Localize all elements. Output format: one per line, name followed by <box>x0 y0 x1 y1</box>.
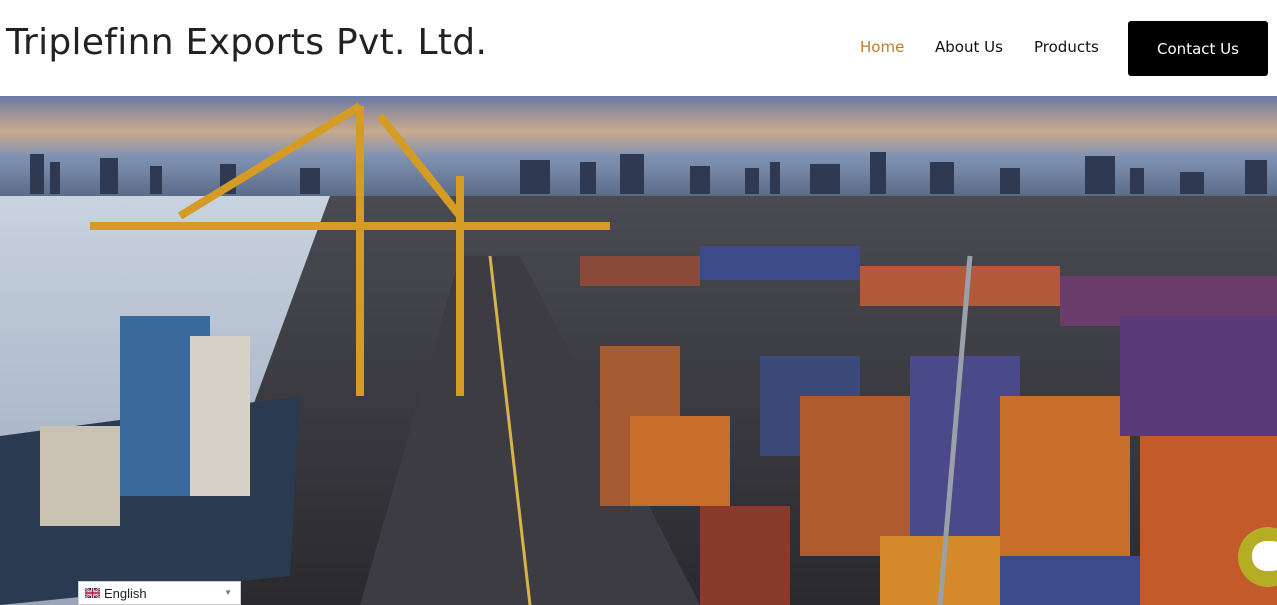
language-label: English <box>104 585 147 601</box>
nav-products[interactable]: Products <box>1034 38 1099 56</box>
chat-icon <box>1252 541 1277 571</box>
uk-flag-icon <box>85 588 100 598</box>
site-title[interactable]: Triplefinn Exports Pvt. Ltd. <box>6 22 487 63</box>
nav-home[interactable]: Home <box>860 38 904 56</box>
chevron-down-icon: ▼ <box>224 588 232 597</box>
port-illustration <box>0 96 1277 605</box>
hero-image <box>0 96 1277 605</box>
nav-about[interactable]: About Us <box>935 38 1003 56</box>
site-header: Triplefinn Exports Pvt. Ltd. Home About … <box>0 0 1277 96</box>
language-select[interactable]: English ▼ <box>78 581 241 605</box>
contact-us-button[interactable]: Contact Us <box>1128 21 1268 76</box>
